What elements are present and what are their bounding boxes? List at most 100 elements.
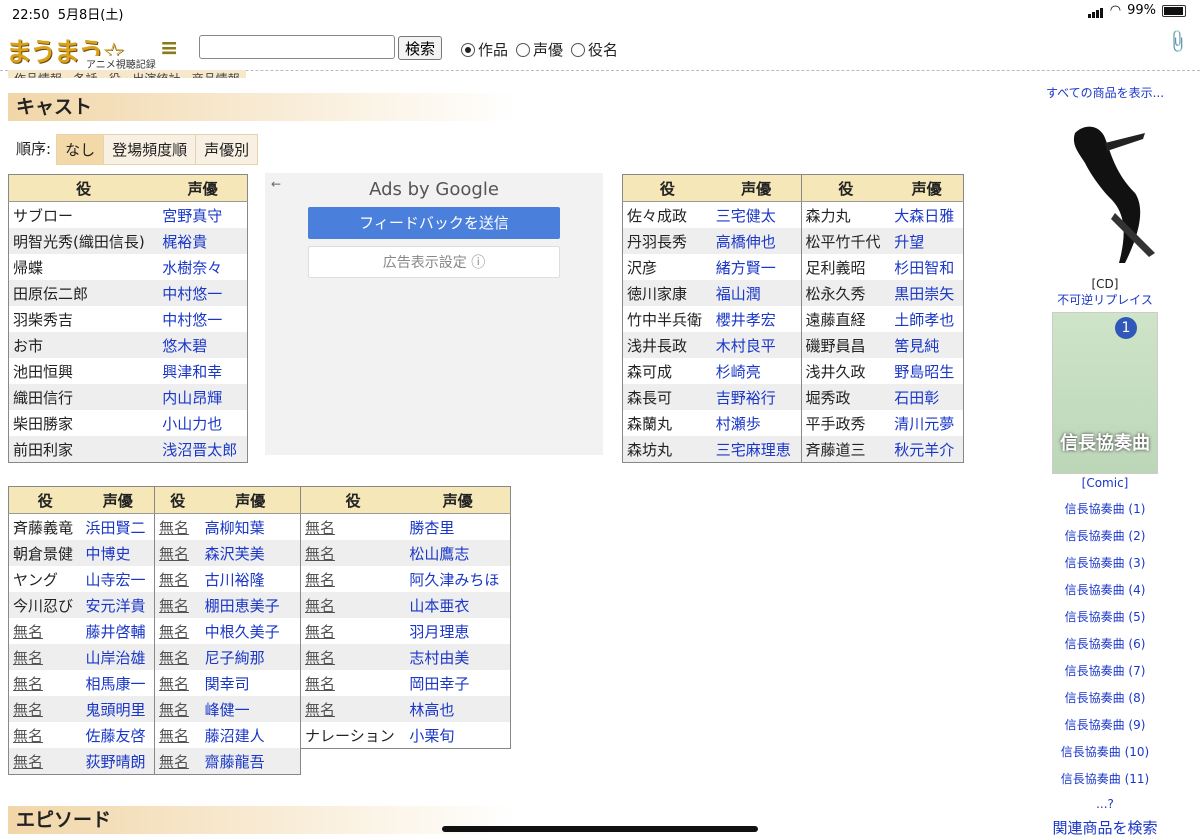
voice-actor-link[interactable]: 岡田幸子	[405, 670, 510, 696]
voice-actor-link[interactable]: 村瀬歩	[712, 410, 801, 436]
hamburger-menu-icon[interactable]: ≡	[160, 36, 178, 61]
radio-work[interactable]: 作品	[461, 39, 508, 60]
role-cell[interactable]: 無名	[300, 540, 406, 566]
voice-actor-link[interactable]: 相馬康一	[82, 670, 155, 696]
voice-actor-link[interactable]: 松山鷹志	[405, 540, 511, 566]
voice-actor-link[interactable]: 木村良平	[711, 332, 801, 358]
voice-actor-link[interactable]: 関幸司	[201, 670, 301, 696]
voice-actor-link[interactable]: 高橋伸也	[711, 228, 801, 254]
cd-title-link[interactable]: 不可逆リプレイス	[1010, 291, 1200, 308]
voice-actor-link[interactable]: 興津和幸	[158, 358, 247, 384]
voice-actor-link[interactable]: 小山力也	[158, 410, 247, 436]
voice-actor-link[interactable]: 宮野真守	[158, 202, 247, 229]
comic-volume-link[interactable]: 信長協奏曲 (11)	[1010, 770, 1200, 787]
voice-actor-link[interactable]: 齋藤龍吾	[200, 748, 301, 775]
voice-actor-link[interactable]: 山本亜衣	[405, 592, 511, 618]
order-option-frequency[interactable]: 登場頻度順	[103, 134, 197, 165]
role-cell[interactable]: 無名	[155, 618, 201, 644]
role-cell[interactable]: 無名	[9, 722, 82, 748]
voice-actor-link[interactable]: 羽月理恵	[405, 618, 510, 644]
role-cell[interactable]: 無名	[155, 514, 201, 541]
related-products-search-link[interactable]: 関連商品を検索	[1010, 817, 1200, 838]
voice-actor-link[interactable]: 杉崎亮	[712, 358, 801, 384]
role-cell[interactable]: 無名	[154, 696, 201, 722]
voice-actor-link[interactable]: 峰健一	[200, 696, 301, 722]
role-cell[interactable]: 無名	[300, 696, 406, 722]
role-cell[interactable]: 無名	[9, 670, 82, 696]
voice-actor-link[interactable]: 高柳知葉	[201, 514, 301, 541]
cd-cover-image[interactable]	[1045, 113, 1165, 273]
voice-actor-link[interactable]: 中根久美子	[201, 618, 301, 644]
role-cell[interactable]: 無名	[155, 566, 201, 592]
voice-actor-link[interactable]: 勝杏里	[405, 514, 510, 541]
voice-actor-link[interactable]: 山寺宏一	[82, 566, 155, 592]
comic-volume-link[interactable]: 信長協奏曲 (8)	[1010, 689, 1200, 706]
voice-actor-link[interactable]: 中博史	[81, 540, 155, 566]
role-cell[interactable]: 無名	[154, 644, 201, 670]
breadcrumb[interactable]: 作品情報 · 各話 · 役 · 出演統計 · 商品情報	[8, 70, 246, 78]
voice-actor-link[interactable]: 古川裕隆	[201, 566, 301, 592]
voice-actor-link[interactable]: 土師孝也	[890, 306, 963, 332]
voice-actor-link[interactable]: 尼子絢那	[200, 644, 301, 670]
comic-volume-link[interactable]: 信長協奏曲 (7)	[1010, 662, 1200, 679]
role-cell[interactable]: 無名	[9, 618, 82, 644]
order-option-by-va[interactable]: 声優別	[195, 134, 259, 165]
role-cell[interactable]: 無名	[300, 644, 406, 670]
voice-actor-link[interactable]: 杉田智和	[890, 254, 963, 280]
home-indicator[interactable]	[442, 826, 758, 832]
voice-actor-link[interactable]: 黒田崇矢	[890, 280, 964, 306]
comic-cover-image[interactable]: 1 信長協奏曲	[1052, 312, 1158, 474]
voice-actor-link[interactable]: 清川元夢	[890, 410, 963, 436]
role-cell[interactable]: 無名	[300, 592, 406, 618]
voice-actor-link[interactable]: 中村悠一	[158, 306, 247, 332]
role-cell[interactable]: 無名	[155, 670, 201, 696]
voice-actor-link[interactable]: 大森日雅	[890, 202, 963, 229]
comic-volume-link[interactable]: 信長協奏曲 (4)	[1010, 581, 1200, 598]
voice-actor-link[interactable]: 櫻井孝宏	[712, 306, 801, 332]
role-cell[interactable]: 無名	[154, 748, 201, 775]
comic-label[interactable]: [Comic]	[1010, 476, 1200, 490]
paperclip-icon[interactable]: 📎	[1164, 28, 1191, 55]
ad-settings-button[interactable]: 広告表示設定 ⓘ	[308, 246, 560, 278]
voice-actor-link[interactable]: 升望	[890, 228, 964, 254]
voice-actor-link[interactable]: 緒方賢一	[712, 254, 801, 280]
role-cell[interactable]: 無名	[154, 592, 201, 618]
voice-actor-link[interactable]: 秋元羊介	[890, 436, 964, 463]
voice-actor-link[interactable]: 安元洋貴	[81, 592, 155, 618]
order-option-none[interactable]: なし	[56, 134, 105, 165]
voice-actor-link[interactable]: 藤井啓輔	[82, 618, 155, 644]
voice-actor-link[interactable]: 山岸治雄	[81, 644, 155, 670]
voice-actor-link[interactable]: 林高也	[405, 696, 511, 722]
voice-actor-link[interactable]: 小栗旬	[405, 722, 510, 749]
voice-actor-link[interactable]: 棚田恵美子	[200, 592, 301, 618]
ad-feedback-button[interactable]: フィードバックを送信	[308, 207, 560, 239]
voice-actor-link[interactable]: 荻野晴朗	[81, 748, 155, 775]
role-cell[interactable]: 無名	[8, 696, 82, 722]
more-link[interactable]: ...?	[1010, 797, 1200, 811]
comic-volume-link[interactable]: 信長協奏曲 (10)	[1010, 743, 1200, 760]
voice-actor-link[interactable]: 梶裕貴	[158, 228, 248, 254]
role-cell[interactable]: 無名	[301, 566, 406, 592]
voice-actor-link[interactable]: 三宅麻理恵	[711, 436, 801, 463]
voice-actor-link[interactable]: 石田彰	[890, 384, 964, 410]
voice-actor-link[interactable]: 悠木碧	[158, 332, 248, 358]
voice-actor-link[interactable]: 浜田賢二	[82, 514, 155, 541]
show-all-products-link[interactable]: すべての商品を表示...	[1010, 84, 1200, 101]
comic-volume-link[interactable]: 信長協奏曲 (6)	[1010, 635, 1200, 652]
comic-volume-link[interactable]: 信長協奏曲 (5)	[1010, 608, 1200, 625]
voice-actor-link[interactable]: 筈見純	[890, 332, 964, 358]
voice-actor-link[interactable]: 三宅健太	[712, 202, 801, 229]
voice-actor-link[interactable]: 志村由美	[405, 644, 511, 670]
role-cell[interactable]: 無名	[154, 540, 201, 566]
voice-actor-link[interactable]: 中村悠一	[158, 280, 248, 306]
voice-actor-link[interactable]: 佐藤友啓	[82, 722, 155, 748]
role-cell[interactable]: 無名	[301, 670, 406, 696]
voice-actor-link[interactable]: 鬼頭明里	[81, 696, 155, 722]
voice-actor-link[interactable]: 水樹奈々	[158, 254, 247, 280]
search-button[interactable]: 検索	[398, 36, 443, 60]
comic-volume-link[interactable]: 信長協奏曲 (3)	[1010, 554, 1200, 571]
role-cell[interactable]: 無名	[301, 514, 406, 541]
voice-actor-link[interactable]: 藤沼建人	[201, 722, 301, 748]
comic-volume-link[interactable]: 信長協奏曲 (2)	[1010, 527, 1200, 544]
voice-actor-link[interactable]: 内山昂輝	[158, 384, 248, 410]
